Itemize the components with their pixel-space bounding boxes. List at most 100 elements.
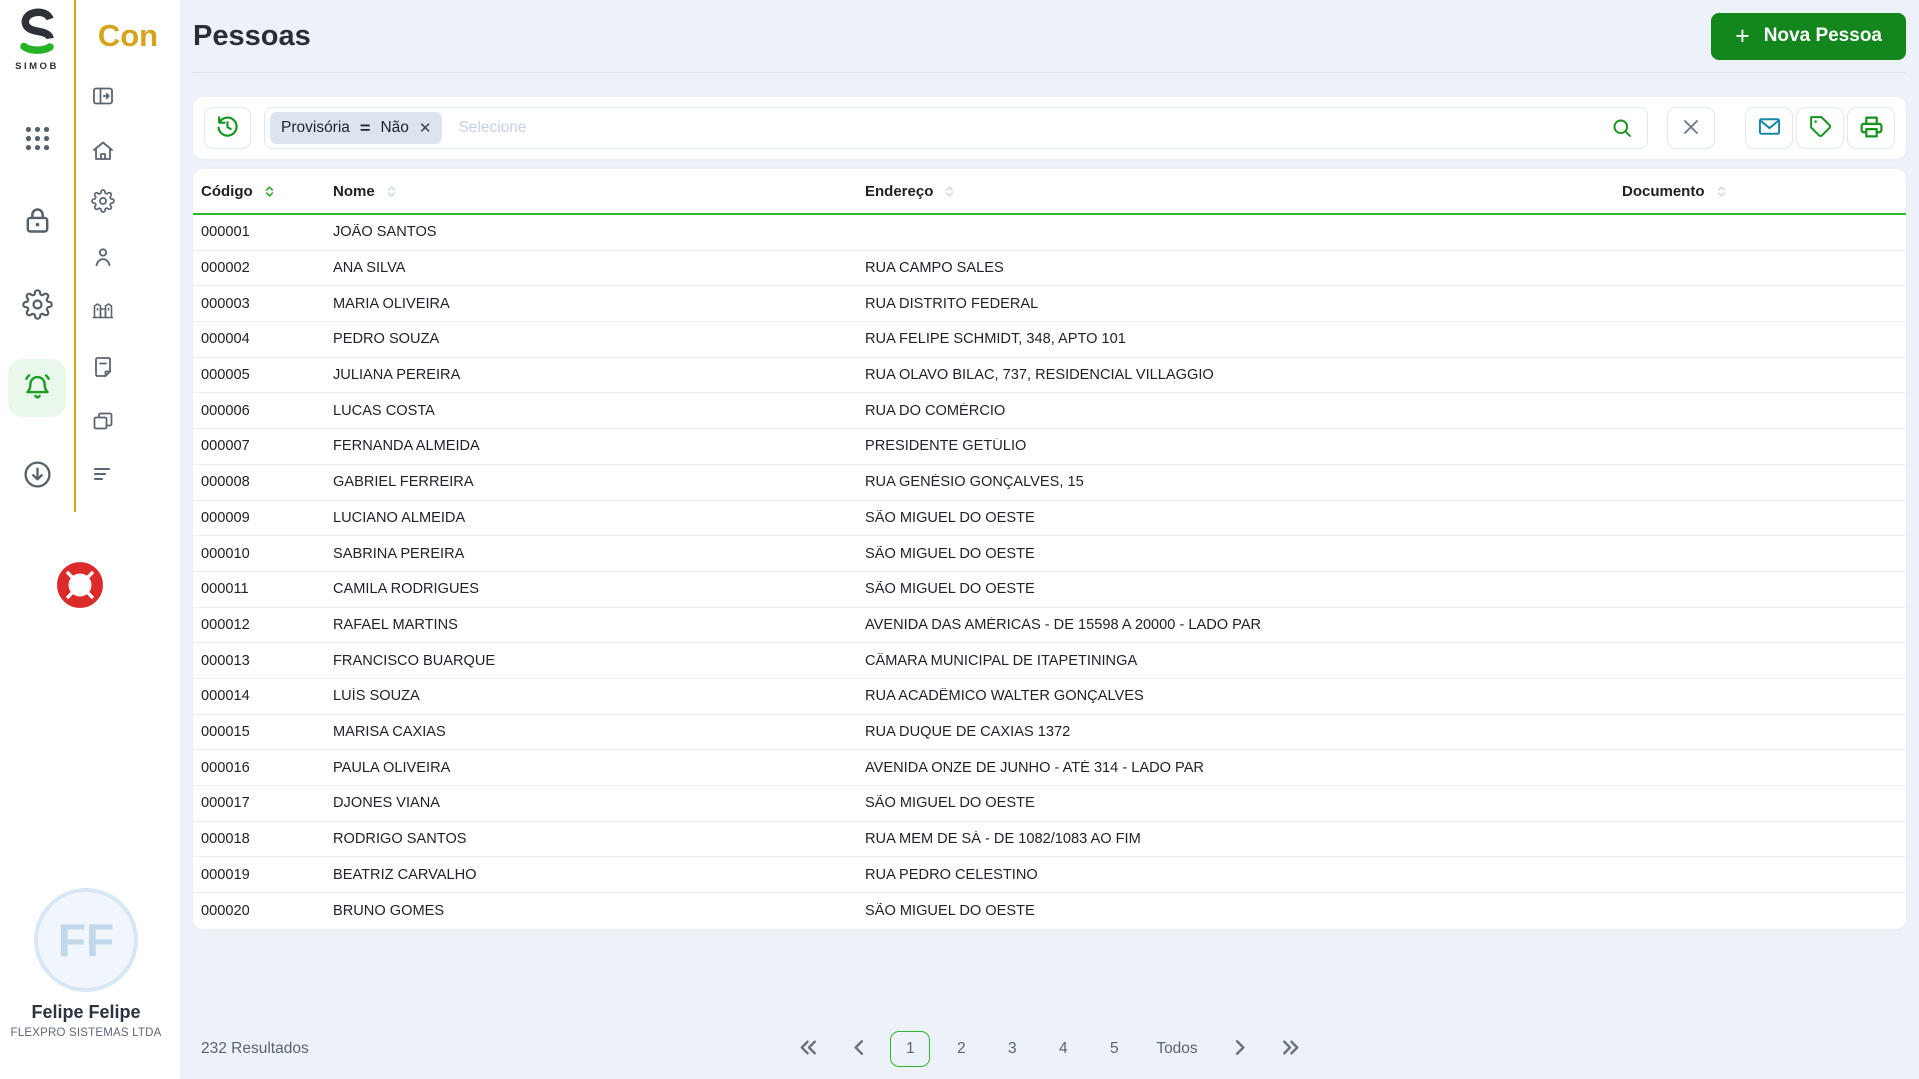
table-row[interactable]: 000019 BEATRIZ CARVALHO RUA PEDRO CELESTIN…: [193, 857, 1906, 894]
filter-select-input[interactable]: Provisória = Não ✕: [264, 107, 1648, 149]
last-page-button[interactable]: [1271, 1031, 1311, 1067]
table-row[interactable]: 000003 MARIA OLIVEIRA RUA DISTRITO FEDERAL: [193, 286, 1906, 323]
apps-grid-icon: [22, 123, 53, 157]
column-header[interactable]: Endereço: [857, 183, 1614, 200]
help-lifebuoy-button[interactable]: [54, 560, 106, 612]
mail-button[interactable]: [1745, 107, 1793, 149]
sort-icon: [262, 184, 277, 199]
page-button-3[interactable]: 3: [992, 1031, 1032, 1067]
table-cell: MARISA CAXIAS: [333, 723, 446, 740]
table-row[interactable]: 000015 MARISA CAXIAS RUA DUQUE DE CAXIAS 1…: [193, 715, 1906, 751]
sidebar-button-bell-icon[interactable]: [8, 359, 66, 417]
table-row[interactable]: 000005 JULIANA PEREIRA RUA OLAVO BILAC, 73…: [193, 358, 1906, 394]
filter-history-button[interactable]: [204, 107, 251, 149]
sidebar-button-lock-icon[interactable]: [8, 193, 66, 251]
download-icon: [22, 459, 53, 493]
table-row[interactable]: 000017 DJONES VIANA SÃO MIGUEL DO OESTE: [193, 786, 1906, 822]
menu-button-building-icon[interactable]: [88, 295, 118, 325]
menu-button-note-icon[interactable]: [88, 353, 118, 383]
table-row[interactable]: 000020 BRUNO GOMES SÃO MIGUEL DO OESTE: [193, 893, 1906, 929]
brand-caption: SIMOB: [15, 61, 59, 72]
table-row[interactable]: 000007 FERNANDA ALMEIDA PRESIDENTE GETÚLIO: [193, 429, 1906, 465]
home-icon: [91, 139, 115, 166]
sort-icon: [1714, 184, 1729, 199]
logo-s-icon: [20, 8, 54, 54]
table-row[interactable]: 000009 LUCIANO ALMEIDA SÃO MIGUEL DO OESTE: [193, 501, 1906, 537]
menu-button-gear-icon[interactable]: [88, 187, 118, 217]
table-cell: 000013: [201, 652, 250, 669]
table-cell: RUA PEDRO CELESTINO: [865, 866, 1038, 883]
table-cell: 000017: [201, 795, 250, 812]
table-row[interactable]: 000013 FRANCISCO BUARQUE CÂMARA MUNICIPAL …: [193, 643, 1906, 679]
table-cell: 000015: [201, 723, 250, 740]
table-row[interactable]: 000001 JOÃO SANTOS: [193, 215, 1906, 251]
filter-chip[interactable]: Provisória = Não ✕: [270, 112, 443, 144]
page-button-1[interactable]: 1: [890, 1030, 931, 1067]
search-icon[interactable]: [1610, 116, 1634, 140]
page-button-Todos[interactable]: Todos: [1145, 1031, 1208, 1067]
table-header-row: Código Nome Endereço Documento: [193, 169, 1906, 215]
table-cell: 000012: [201, 616, 250, 633]
bell-icon: [22, 371, 53, 405]
chip-remove-icon[interactable]: ✕: [419, 119, 432, 137]
table-row[interactable]: 000014 LUÍS SOUZA RUA ACADÊMICO WALTER GON…: [193, 679, 1906, 715]
user-profile[interactable]: FF Felipe Felipe FLEXPRO SISTEMAS LTDA: [0, 888, 172, 1039]
column-header[interactable]: Código: [193, 183, 325, 200]
table-row[interactable]: 000011 CAMILA RODRIGUES SÃO MIGUEL DO OEST…: [193, 572, 1906, 608]
table-cell: RAFAEL MARTINS: [333, 616, 458, 633]
menu-button-panel-expand-icon[interactable]: [88, 82, 118, 112]
table-cell: GABRIEL FERREIRA: [333, 474, 474, 491]
page-button-4[interactable]: 4: [1043, 1031, 1083, 1067]
table-cell: SABRINA PEREIRA: [333, 545, 465, 562]
table-cell: RUA FELIPE SCHMIDT, 348, APTO 101: [865, 331, 1126, 348]
table-cell: RUA GENÉSIO GONÇALVES, 15: [865, 474, 1084, 491]
page-button-5[interactable]: 5: [1094, 1031, 1134, 1067]
chip-value: Não: [380, 119, 409, 136]
menu-button-home-icon[interactable]: [88, 137, 118, 167]
table-row[interactable]: 000010 SABRINA PEREIRA SÃO MIGUEL DO OESTE: [193, 536, 1906, 572]
filter-search-field[interactable]: [458, 119, 1610, 137]
app-logo[interactable]: SIMOB: [0, 8, 74, 72]
sidebar-button-apps-grid-icon[interactable]: [8, 111, 66, 169]
table-cell: SÃO MIGUEL DO OESTE: [865, 902, 1035, 919]
table-cell: FERNANDA ALMEIDA: [333, 438, 480, 455]
table-cell: RUA MEM DE SÁ - DE 1082/1083 AO FIM: [865, 831, 1141, 848]
table-row[interactable]: 000002 ANA SILVA RUA CAMPO SALES: [193, 251, 1906, 287]
table-cell: RUA CAMPO SALES: [865, 260, 1004, 277]
menu-button-user-icon[interactable]: [88, 243, 118, 273]
column-header[interactable]: Documento: [1614, 183, 1906, 200]
print-button[interactable]: [1847, 107, 1895, 149]
table-row[interactable]: 000008 GABRIEL FERREIRA RUA GENÉSIO GONÇAL…: [193, 465, 1906, 501]
table-row[interactable]: 000004 PEDRO SOUZA RUA FELIPE SCHMIDT, 348…: [193, 322, 1906, 358]
close-icon: [1680, 116, 1702, 141]
table-cell: 000002: [201, 260, 250, 277]
clear-filters-button[interactable]: [1667, 107, 1715, 149]
column-header[interactable]: Nome: [325, 183, 857, 200]
tag-button[interactable]: [1796, 107, 1844, 149]
menu-button-align-left-icon[interactable]: [88, 460, 118, 490]
table-cell: 000020: [201, 902, 250, 919]
table-cell: LUCAS COSTA: [333, 402, 435, 419]
sidebar-button-gear-icon[interactable]: [8, 277, 66, 335]
menu-button-copy-icon[interactable]: [88, 407, 118, 437]
previous-page-button[interactable]: [839, 1031, 879, 1067]
sidebar-button-download-icon[interactable]: [8, 447, 66, 505]
page-button-2[interactable]: 2: [941, 1031, 981, 1067]
first-page-button[interactable]: [788, 1031, 828, 1067]
table-row[interactable]: 000016 PAULA OLIVEIRA AVENIDA ONZE DE JUNH…: [193, 750, 1906, 786]
table-cell: 000001: [201, 224, 250, 241]
table-cell: 000005: [201, 367, 250, 384]
table-cell: 000008: [201, 474, 250, 491]
table-row[interactable]: 000018 RODRIGO SANTOS RUA MEM DE SÁ - DE 1…: [193, 822, 1906, 858]
table-cell: AVENIDA ONZE DE JUNHO - ATÉ 314 - LADO P…: [865, 759, 1204, 776]
new-person-button[interactable]: + Nova Pessoa: [1711, 12, 1906, 60]
table-cell: PAULA OLIVEIRA: [333, 759, 451, 776]
panel-expand-icon: [91, 84, 115, 111]
table-cell: 000016: [201, 759, 250, 776]
next-page-button[interactable]: [1220, 1031, 1260, 1067]
table-footer: 232 Resultados 1 2 3 4 5 Todos: [193, 1030, 1906, 1068]
table-row[interactable]: 000012 RAFAEL MARTINS AVENIDA DAS AMÉRICAS…: [193, 608, 1906, 644]
table-cell: CÂMARA MUNICIPAL DE ITAPETININGA: [865, 652, 1138, 669]
table-row[interactable]: 000006 LUCAS COSTA RUA DO COMÉRCIO: [193, 393, 1906, 430]
table-cell: 000003: [201, 295, 250, 312]
